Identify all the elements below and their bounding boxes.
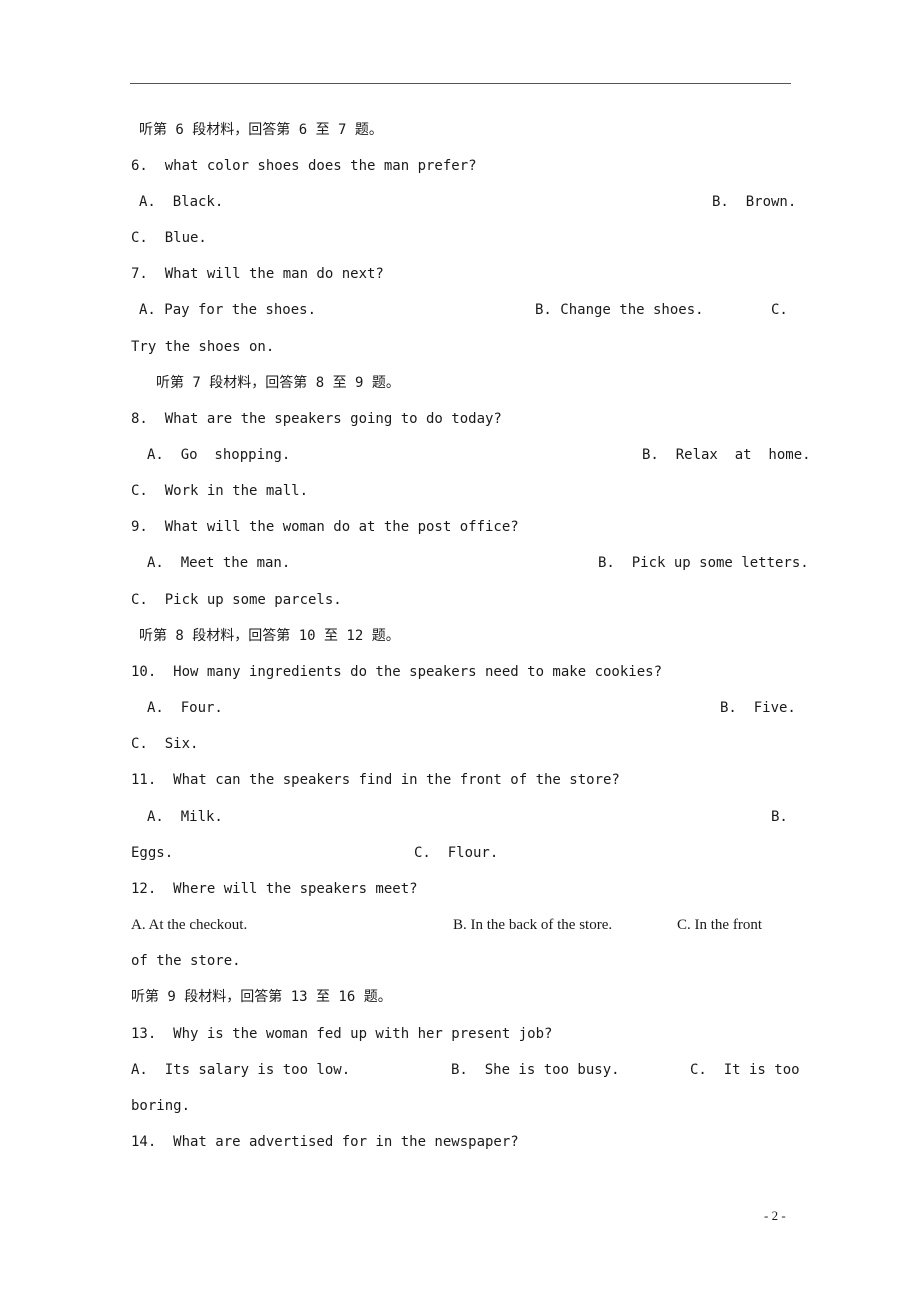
q7-option-b: B. Change the shoes. (535, 302, 704, 318)
q9-option-c: C. Pick up some parcels. (131, 592, 342, 608)
q8-option-c: C. Work in the mall. (131, 483, 309, 499)
q6-option-c: C. Blue. (131, 230, 207, 246)
q13-option-c: C. It is too (690, 1062, 800, 1078)
q9-option-a: A. Meet the man. (147, 555, 291, 571)
header-rule (130, 83, 791, 84)
section-heading-6: 听第 6 段材料，回答第 6 至 7 题。 (139, 122, 383, 138)
section-heading-7: 听第 7 段材料，回答第 8 至 9 题。 (156, 375, 400, 391)
section-heading-8: 听第 8 段材料，回答第 10 至 12 题。 (139, 628, 400, 644)
q6-option-b: B. Brown. (712, 194, 797, 210)
question-14: 14. What are advertised for in the newsp… (131, 1134, 519, 1150)
q12-option-c: C. In the front (677, 917, 762, 933)
q8-option-b: B. Relax at home. (642, 447, 811, 463)
q11-option-b-text: Eggs. (131, 845, 174, 861)
q6-option-a: A. Black. (139, 194, 224, 210)
question-13: 13. Why is the woman fed up with her pre… (131, 1026, 553, 1042)
q13-option-b: B. She is too busy. (451, 1062, 620, 1078)
q12-option-a: A. At the checkout. (131, 917, 248, 933)
q7-option-c-text: Try the shoes on. (131, 339, 275, 355)
question-10: 10. How many ingredients do the speakers… (131, 664, 663, 680)
page-number: - 2 - (764, 1208, 786, 1223)
q7-option-a: A. Pay for the shoes. (139, 302, 317, 318)
question-11: 11. What can the speakers find in the fr… (131, 772, 620, 788)
q12-option-c-cont: of the store. (131, 953, 241, 969)
question-9: 9. What will the woman do at the post of… (131, 519, 519, 535)
q11-option-a: A. Milk. (147, 809, 223, 825)
section-heading-9: 听第 9 段材料，回答第 13 至 16 题。 (131, 989, 392, 1005)
q8-option-a: A. Go shopping. (147, 447, 291, 463)
q7-option-c-label: C. (771, 302, 788, 318)
q12-option-b: B. In the back of the store. (453, 917, 613, 933)
q11-option-b-label: B. (771, 809, 788, 825)
q10-option-b: B. Five. (720, 700, 796, 716)
q13-option-c-cont: boring. (131, 1098, 191, 1114)
q10-option-a: A. Four. (147, 700, 223, 716)
question-7: 7. What will the man do next? (131, 266, 384, 282)
q10-option-c: C. Six. (131, 736, 199, 752)
q13-option-a: A. Its salary is too low. (131, 1062, 351, 1078)
question-8: 8. What are the speakers going to do tod… (131, 411, 502, 427)
question-12: 12. Where will the speakers meet? (131, 881, 418, 897)
q9-option-b: B. Pick up some letters. (598, 555, 809, 571)
question-6: 6. what color shoes does the man prefer? (131, 158, 477, 174)
q11-option-c: C. Flour. (414, 845, 499, 861)
